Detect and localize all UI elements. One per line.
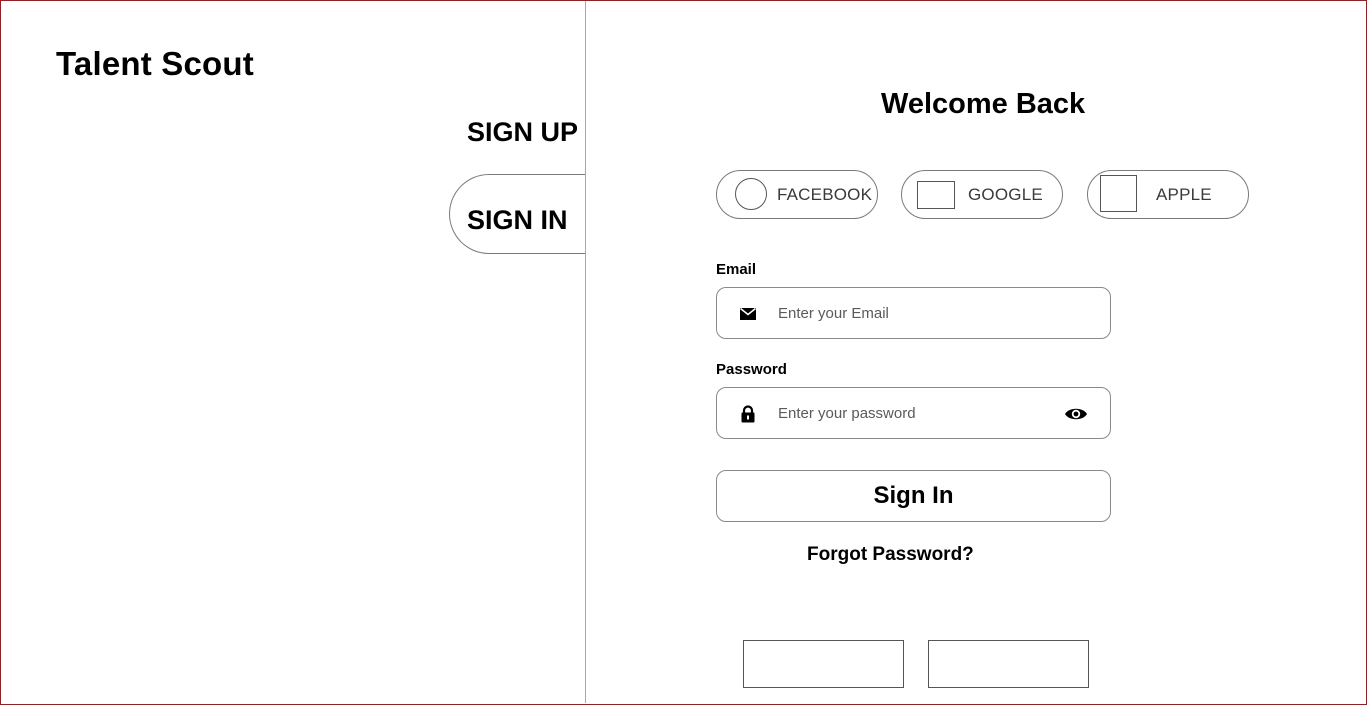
email-input[interactable] [778,300,1048,326]
password-input[interactable] [778,400,1048,426]
apple-login-button[interactable]: APPLE [1087,170,1249,219]
lock-icon [741,405,755,423]
nav-sign-in-label: SIGN IN [467,205,568,235]
facebook-icon [735,178,767,210]
password-label: Password [716,361,787,378]
panel-divider [585,1,586,703]
bottom-placeholder-box-2[interactable] [928,640,1089,688]
app-title: Talent Scout [56,45,254,82]
welcome-heading: Welcome Back [881,88,1086,120]
google-icon [917,181,955,209]
app-frame [0,0,1367,705]
email-field-container [716,287,1111,339]
google-label: GOOGLE [968,185,1043,204]
email-label: Email [716,261,757,278]
facebook-label: FACEBOOK [777,185,873,204]
bottom-placeholder-box-1[interactable] [743,640,904,688]
google-login-button[interactable]: GOOGLE [901,170,1063,219]
nav-sign-up-tab[interactable]: SIGN UP [467,117,578,148]
apple-icon [1100,175,1137,212]
forgot-password-link[interactable]: Forgot Password? [807,544,974,566]
eye-icon[interactable] [1064,405,1088,423]
facebook-login-button[interactable]: FACEBOOK [716,170,878,219]
password-field-container [716,387,1111,439]
nav-sign-in-tab[interactable]: SIGN IN [449,174,585,254]
apple-label: APPLE [1156,185,1212,204]
sign-in-button[interactable]: Sign In [716,470,1111,522]
envelope-icon [740,307,756,320]
